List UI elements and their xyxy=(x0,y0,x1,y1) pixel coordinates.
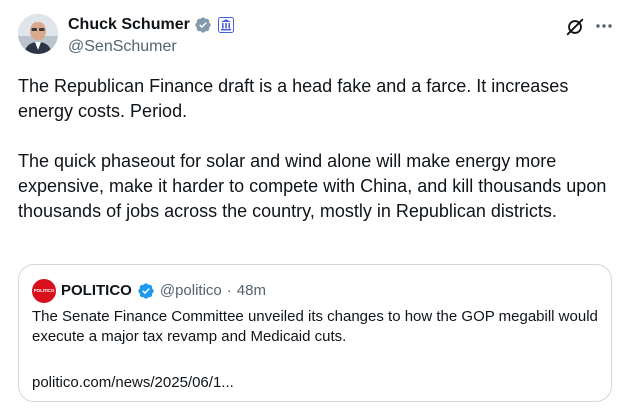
tweet-paragraph: The quick phaseout for solar and wind al… xyxy=(18,151,607,221)
quoted-tweet-link[interactable]: politico.com/news/2025/06/1... xyxy=(32,373,234,393)
government-badge-icon[interactable] xyxy=(217,17,234,33)
politico-avatar[interactable]: POLITICO xyxy=(32,279,56,303)
quoted-handle[interactable]: @politico xyxy=(160,281,222,301)
quoted-separator: · xyxy=(226,282,232,299)
more-options-icon[interactable] xyxy=(594,16,614,36)
tweet-paragraph: The Republican Finance draft is a head f… xyxy=(18,76,569,121)
quoted-tweet-header: POLITICO POLITICO @politico · 48m xyxy=(32,279,266,303)
author-avatar-image xyxy=(18,14,58,54)
verified-badge-icon[interactable] xyxy=(137,282,155,300)
quoted-display-name[interactable]: POLITICO xyxy=(61,281,132,301)
quoted-timestamp[interactable]: 48m xyxy=(237,281,266,301)
tweet-body: The Republican Finance draft is a head f… xyxy=(18,74,608,224)
author-avatar[interactable] xyxy=(18,14,58,54)
author-handle[interactable]: @SenSchumer xyxy=(68,37,177,57)
author-display-name[interactable]: Chuck Schumer xyxy=(68,15,190,35)
grok-icon[interactable] xyxy=(564,16,586,38)
quoted-tweet-text: The Senate Finance Committee unveiled it… xyxy=(32,308,598,345)
verified-badge-icon[interactable] xyxy=(194,16,212,34)
quoted-tweet-card[interactable]: POLITICO POLITICO @politico · 48m The Se… xyxy=(18,264,612,402)
author-name-row: Chuck Schumer xyxy=(68,15,234,35)
